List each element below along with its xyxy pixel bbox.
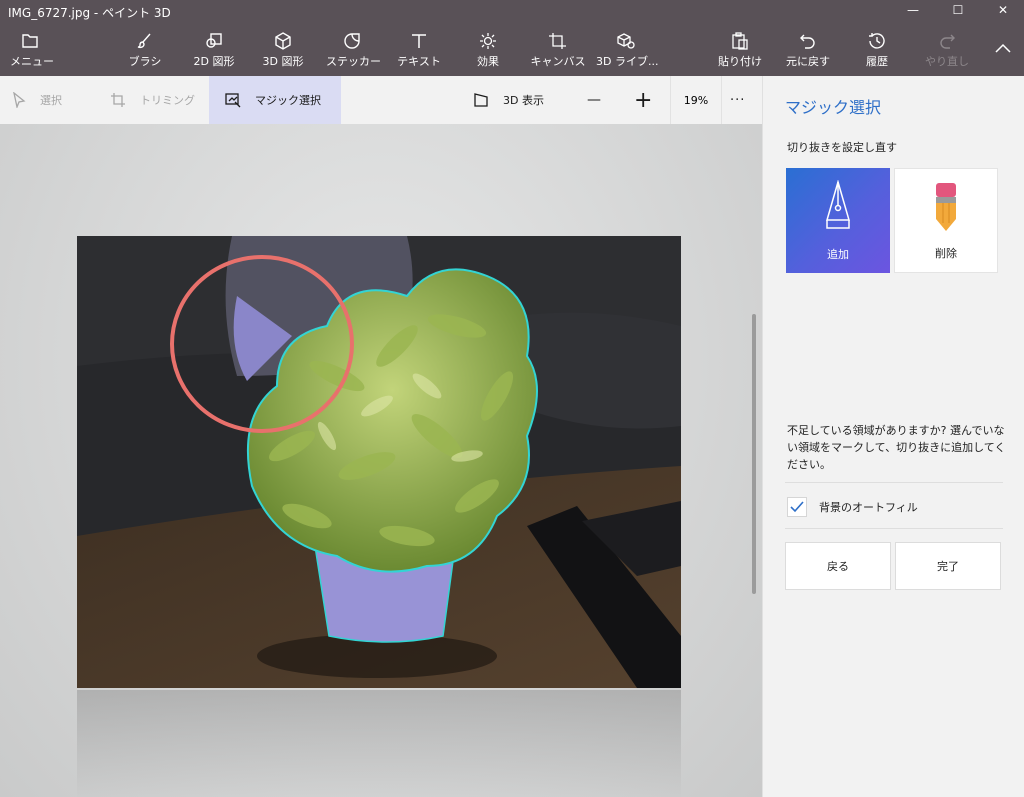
stickers-label: ステッカー	[326, 55, 381, 68]
select-tool[interactable]: 選択	[12, 76, 98, 124]
crop-icon	[111, 93, 125, 107]
redo-label: やり直し	[925, 55, 969, 68]
shapes-2d-icon	[206, 33, 222, 48]
zoom-in-button[interactable]: +	[634, 76, 656, 124]
menu-button[interactable]: メニュー	[10, 24, 54, 76]
undo-icon	[800, 34, 815, 49]
zoom-out-button[interactable]: —	[587, 76, 607, 124]
collapse-toolbar-button[interactable]	[990, 24, 1016, 76]
view-3d-toggle[interactable]: 3D 表示	[473, 76, 563, 124]
stickers-tool[interactable]: ステッカー	[326, 24, 381, 76]
undo-label: 元に戻す	[786, 55, 830, 68]
sticker-icon	[344, 33, 360, 49]
canvas-tool[interactable]: キャンバス	[530, 24, 586, 76]
eraser-icon	[936, 183, 956, 231]
text-tool[interactable]: テキスト	[396, 24, 442, 76]
panel-title: マジック選択	[785, 98, 882, 117]
divider	[785, 528, 1003, 529]
text-label: テキスト	[397, 55, 441, 68]
zoom-level[interactable]: 19%	[670, 76, 722, 124]
title-bar: IMG_6727.jpg - ペイント 3D — ☐ ✕	[0, 0, 1024, 24]
effects-tool[interactable]: 効果	[467, 24, 509, 76]
shapes-3d-label: 3D 図形	[262, 55, 304, 68]
add-area-button[interactable]: 追加	[786, 168, 890, 273]
canvas-area[interactable]	[0, 124, 762, 797]
pen-icon	[826, 180, 850, 229]
history-button[interactable]: 履歴	[856, 24, 898, 76]
checkmark-icon	[790, 501, 804, 513]
history-label: 履歴	[866, 55, 888, 68]
crop-label: トリミング	[140, 94, 195, 107]
redo-button[interactable]: やり直し	[922, 24, 972, 76]
clipboard-icon	[732, 32, 748, 50]
pointer-icon	[13, 92, 26, 108]
remove-area-button[interactable]: 削除	[894, 168, 998, 273]
crop-tool[interactable]: トリミング	[110, 76, 206, 124]
canvas-label: キャンバス	[530, 55, 586, 68]
text-icon	[412, 34, 426, 48]
shapes-3d-tool[interactable]: 3D 図形	[257, 24, 309, 76]
menu-label: メニュー	[10, 55, 54, 68]
paste-button[interactable]: 貼り付け	[716, 24, 764, 76]
photo-image[interactable]	[77, 236, 681, 688]
canvas-vertical-scrollbar[interactable]	[752, 314, 756, 594]
done-button[interactable]: 完了	[895, 542, 1001, 590]
library-3d-icon	[617, 33, 635, 49]
library-3d-tool[interactable]: 3D ライブ...	[596, 24, 659, 76]
select-label: 選択	[40, 94, 62, 107]
magic-select-label: マジック選択	[255, 94, 321, 107]
magic-select-icon	[225, 93, 241, 108]
magic-select-tool[interactable]: マジック選択	[209, 76, 341, 124]
brush-icon	[137, 33, 151, 49]
autofill-checkbox[interactable]	[787, 497, 807, 517]
brush-label: ブラシ	[128, 55, 162, 68]
view-3d-label: 3D 表示	[503, 94, 544, 107]
shapes-2d-label: 2D 図形	[193, 55, 235, 68]
maximize-button[interactable]: ☐	[935, 0, 981, 22]
chevron-up-icon	[995, 43, 1011, 53]
sun-icon	[480, 33, 496, 49]
redo-icon	[940, 34, 955, 49]
more-options-button[interactable]: ···	[730, 76, 750, 124]
divider	[785, 482, 1003, 483]
missing-area-message: 不足している領域がありますか? 選んでいない領域をマークして、切り抜きに追加して…	[787, 424, 1006, 471]
back-button[interactable]: 戻る	[785, 542, 891, 590]
magic-select-panel: マジック選択 切り抜きを設定し直す 追加 削除 不足している領域がありますか? …	[762, 76, 1024, 797]
sub-toolbar: 選択 トリミング マジック選択 3D 表示 — + ···	[0, 76, 762, 124]
close-button[interactable]: ✕	[980, 0, 1024, 22]
shapes-2d-tool[interactable]: 2D 図形	[188, 24, 240, 76]
effects-label: 効果	[477, 55, 499, 68]
autofill-label: 背景のオートフィル	[819, 501, 918, 514]
canvas-reflection	[77, 690, 681, 797]
undo-button[interactable]: 元に戻す	[782, 24, 834, 76]
brush-tool[interactable]: ブラシ	[122, 24, 168, 76]
add-label: 追加	[827, 248, 849, 261]
folder-icon	[22, 34, 38, 48]
paste-label: 貼り付け	[718, 55, 762, 68]
canvas-crop-icon	[549, 33, 566, 49]
history-icon	[869, 33, 885, 49]
panel-subtitle: 切り抜きを設定し直す	[787, 141, 897, 154]
photo-content	[77, 236, 681, 688]
cube-icon	[275, 32, 291, 50]
remove-label: 削除	[935, 247, 957, 260]
library-3d-label: 3D ライブ...	[596, 55, 659, 68]
window-title: IMG_6727.jpg - ペイント 3D	[8, 6, 171, 20]
view-3d-icon	[474, 93, 488, 107]
minimize-button[interactable]: —	[890, 0, 936, 22]
main-toolbar: メニュー ブラシ 2D 図形 3D 図形 ステッカー テキスト 効果 キャンバス…	[0, 24, 1024, 76]
